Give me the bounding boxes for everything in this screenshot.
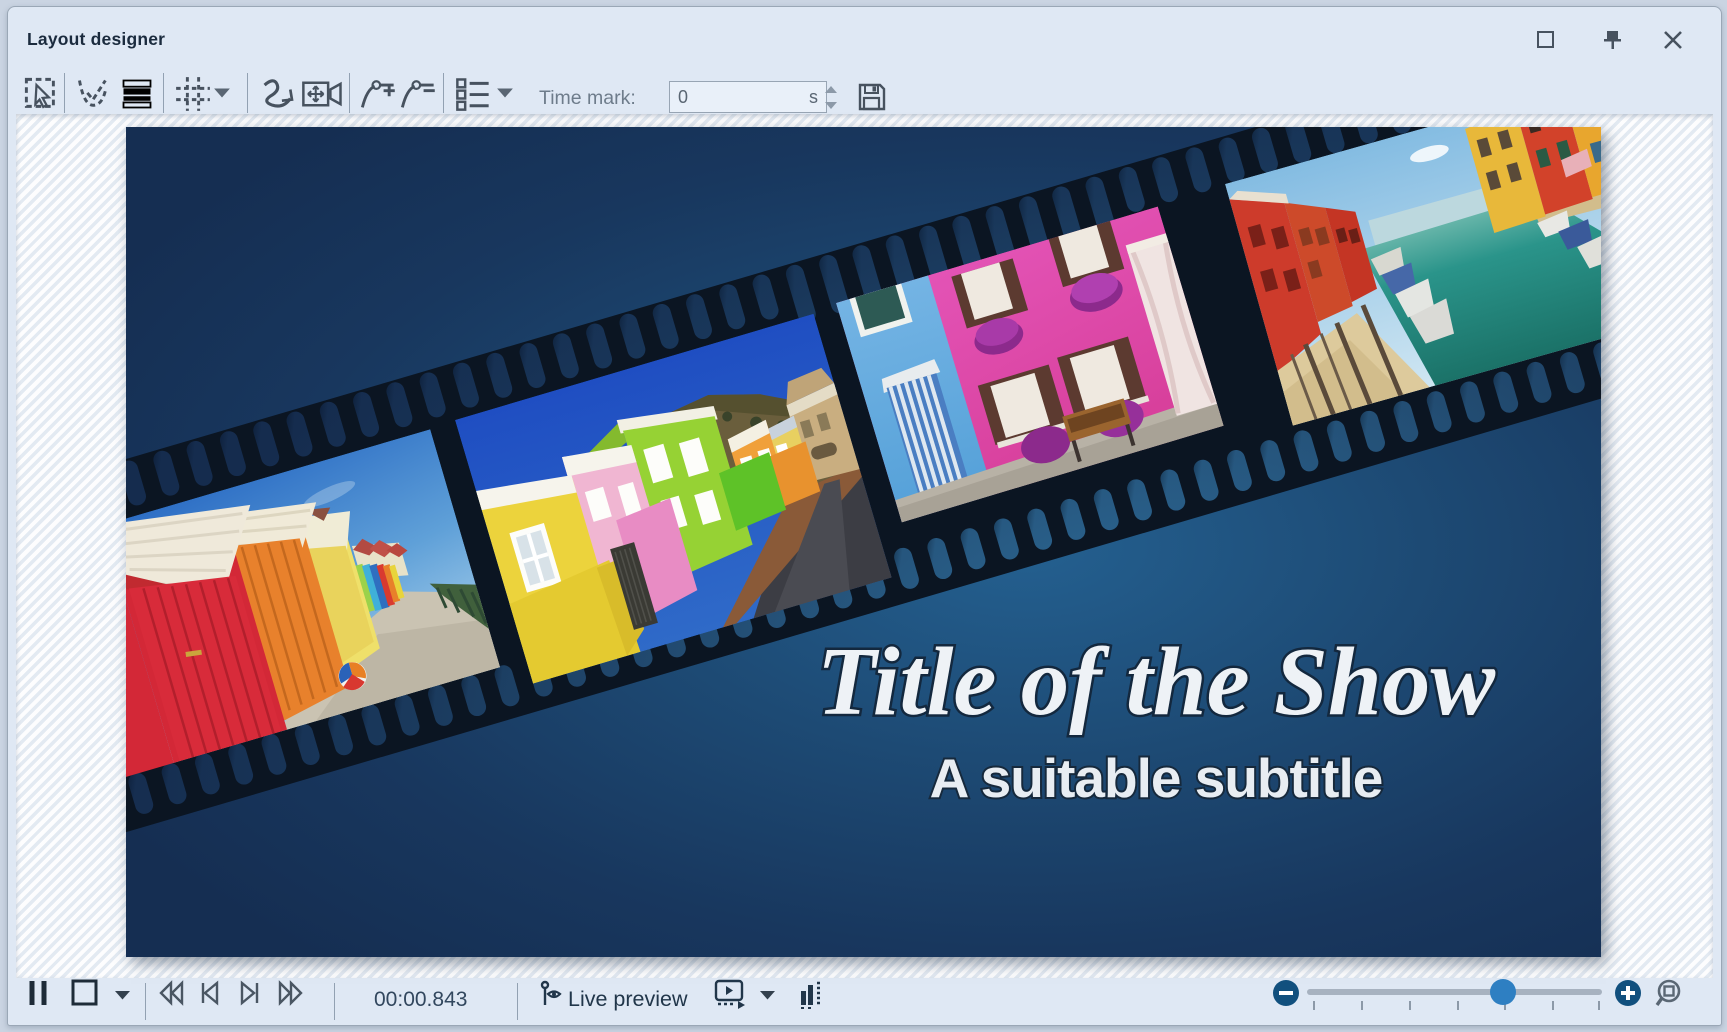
svg-text:Title of the Show: Title of the Show	[817, 628, 1496, 735]
svg-text:A suitable subtitle: A suitable subtitle	[930, 747, 1383, 809]
